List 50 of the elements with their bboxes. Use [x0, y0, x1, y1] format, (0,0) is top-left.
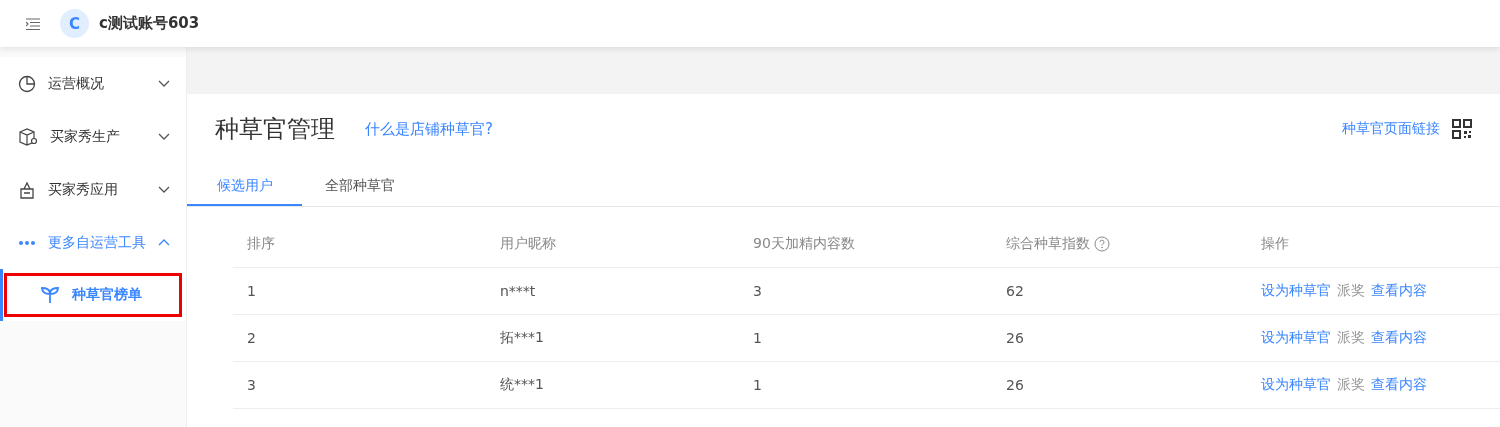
table-cell-text: 62: [1005, 283, 1025, 299]
submenu-item[interactable]: 种草官榜单: [0, 269, 186, 321]
tab[interactable]: 候选用户: [187, 164, 302, 206]
table-cell-text: 1: [752, 330, 763, 346]
more-icon: [18, 239, 36, 246]
action-link: 派奖: [1337, 329, 1365, 347]
column-header: 综合种草指数: [992, 235, 1247, 253]
column-header: 排序: [246, 235, 276, 253]
help-icon[interactable]: [1094, 236, 1110, 252]
chevron-icon: [158, 239, 170, 246]
menu-item[interactable]: 买家秀应用: [0, 163, 186, 216]
avatar: C: [60, 9, 89, 38]
action-link[interactable]: 查看内容: [1371, 282, 1427, 300]
action-link[interactable]: 查看内容: [1371, 329, 1427, 347]
clock-icon: [18, 74, 36, 93]
action-link[interactable]: 设为种草官: [1261, 282, 1331, 300]
chevron-icon: [158, 186, 170, 193]
action-link: 派奖: [1337, 376, 1365, 394]
table-cell-text: 1: [752, 377, 763, 393]
action-link[interactable]: 设为种草官: [1261, 376, 1331, 394]
tab[interactable]: 全部种草官: [302, 164, 417, 206]
table-cell-text: 1: [246, 283, 257, 299]
table-cell-text: 3: [752, 283, 763, 299]
box-icon: [18, 127, 38, 146]
column-header: 90天加精内容数: [752, 235, 856, 253]
help-link[interactable]: 什么是店铺种草官?: [365, 119, 493, 139]
column-header: 用户昵称: [499, 235, 557, 253]
table-cell-text: 统***1: [499, 376, 545, 394]
table-cell-text: 拓***1: [499, 329, 545, 347]
account-name: c测试账号603: [99, 14, 200, 33]
menu-item[interactable]: 更多自运营工具: [0, 216, 186, 269]
table-cell-text: 3: [246, 377, 257, 393]
table-cell-text: 26: [1005, 377, 1025, 393]
menu-icon[interactable]: [26, 17, 40, 30]
table-cell-text: n***t: [499, 283, 537, 299]
table-cell-text: 2: [246, 330, 257, 346]
column-header: 操作: [1260, 235, 1290, 253]
action-link: 派奖: [1337, 282, 1365, 300]
qr-code-icon[interactable]: [1452, 119, 1472, 139]
action-link[interactable]: 设为种草官: [1261, 329, 1331, 347]
bag-icon: [18, 180, 36, 199]
sprout-icon: [40, 286, 60, 304]
menu-item[interactable]: 买家秀生产: [0, 110, 186, 163]
action-link[interactable]: 查看内容: [1371, 376, 1427, 394]
chevron-icon: [158, 133, 170, 140]
page-title: 种草官管理: [215, 114, 335, 145]
chevron-icon: [158, 80, 170, 87]
page-link[interactable]: 种草官页面链接: [1342, 120, 1440, 138]
menu-item[interactable]: 运营概况: [0, 57, 186, 110]
table-cell-text: 26: [1005, 330, 1025, 346]
